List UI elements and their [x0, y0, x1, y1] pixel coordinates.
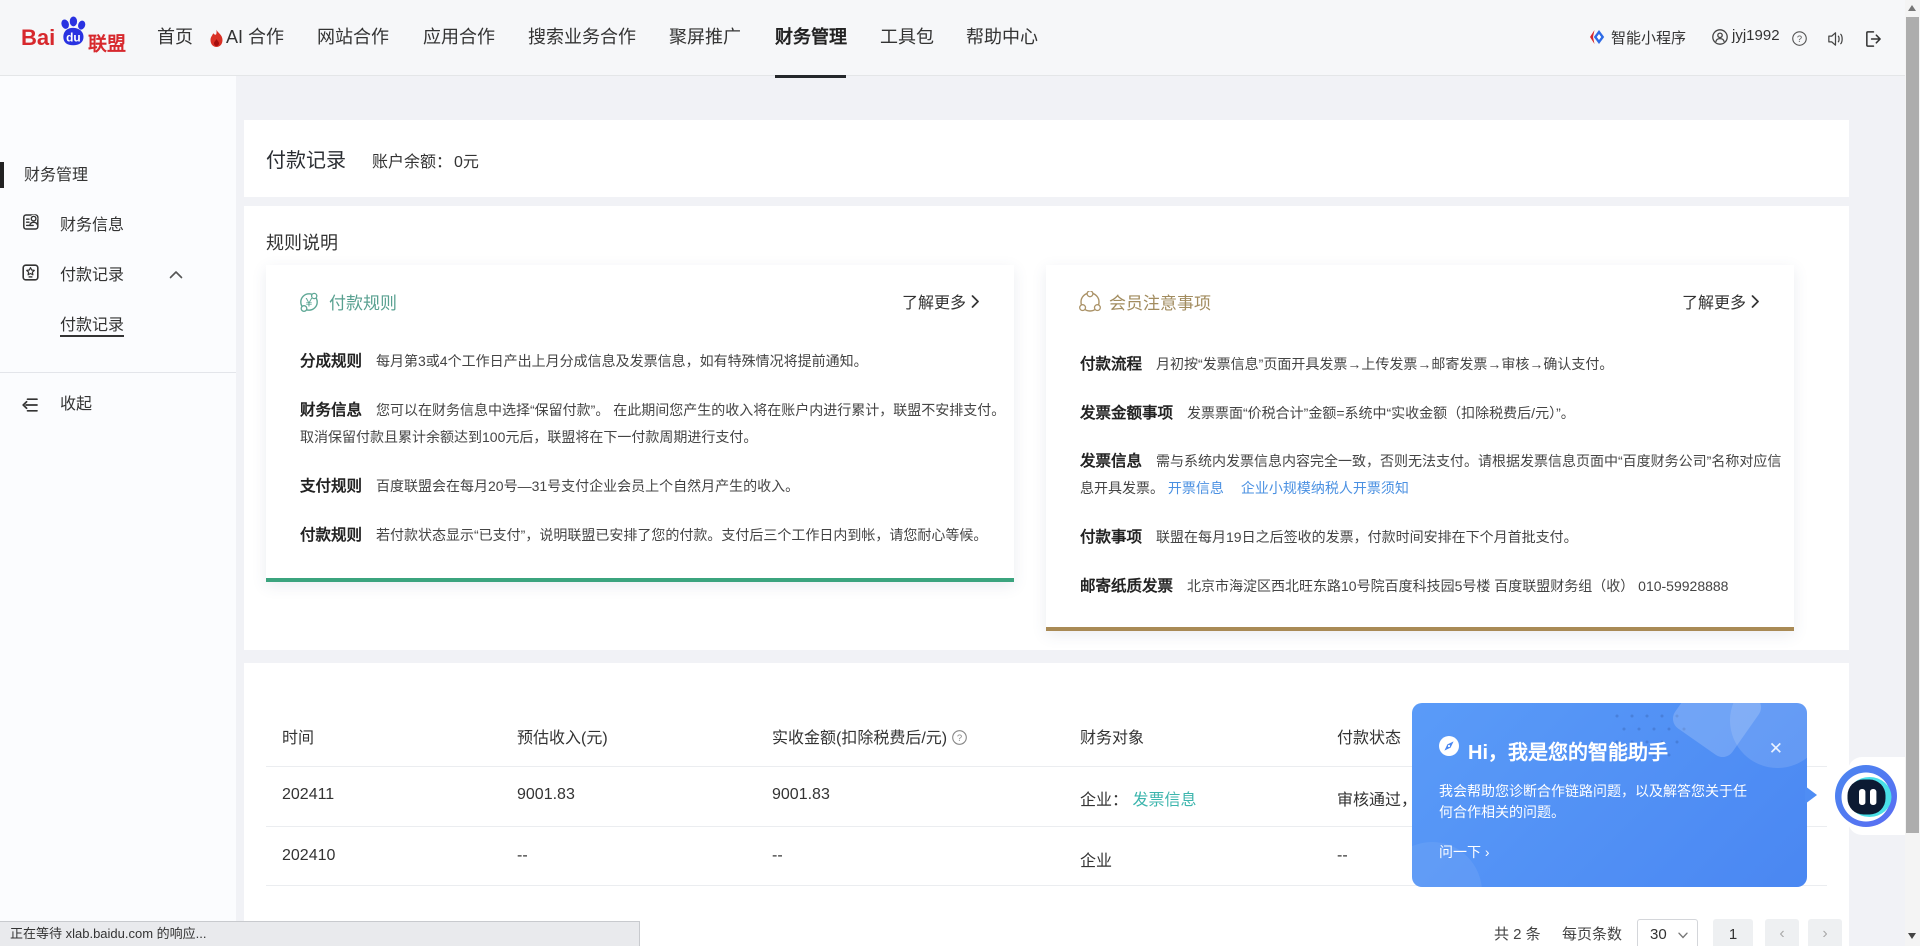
- svg-text:?: ?: [1797, 34, 1802, 44]
- svg-text:?: ?: [957, 733, 962, 744]
- svg-text:du: du: [66, 31, 81, 45]
